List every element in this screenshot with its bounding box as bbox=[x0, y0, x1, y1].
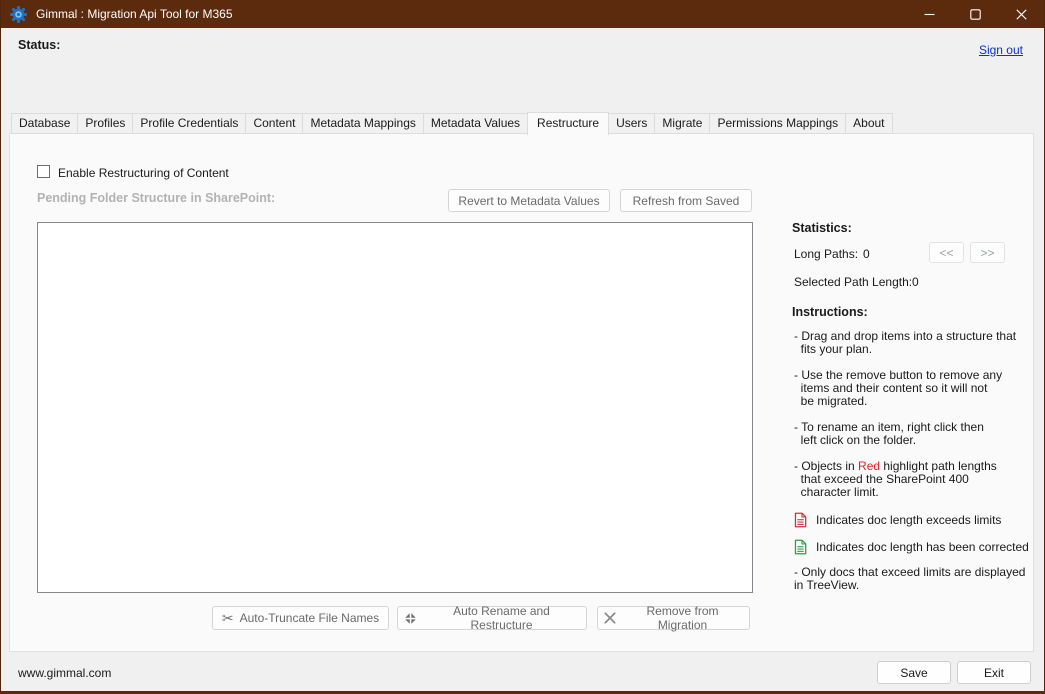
app-window: Gimmal : Migration Api Tool for M365 Sta… bbox=[0, 0, 1045, 694]
scissors-icon: ✂ bbox=[222, 611, 234, 625]
tab-profiles[interactable]: Profiles bbox=[77, 113, 133, 134]
selected-path-length-label: Selected Path Length: bbox=[794, 275, 912, 289]
remove-from-migration-label: Remove from Migration bbox=[622, 604, 743, 632]
instructions-panel: - Drag and drop items into a structure t… bbox=[794, 330, 1045, 605]
tab-permissions-mappings[interactable]: Permissions Mappings bbox=[709, 113, 846, 134]
refresh-from-saved-button[interactable]: Refresh from Saved bbox=[620, 189, 752, 212]
tab-strip: Database Profiles Profile Credentials Co… bbox=[11, 112, 893, 134]
close-button[interactable] bbox=[998, 0, 1044, 28]
exit-button[interactable]: Exit bbox=[957, 661, 1031, 684]
tab-metadata-values[interactable]: Metadata Values bbox=[423, 113, 528, 134]
doc-red-icon bbox=[794, 512, 807, 528]
tab-restructure[interactable]: Restructure bbox=[527, 112, 609, 135]
instruction-red-objects: - Objects in Red highlight path lengths … bbox=[794, 460, 1045, 499]
previous-long-path-button[interactable]: << bbox=[929, 242, 964, 263]
long-paths-label: Long Paths: bbox=[794, 247, 858, 261]
collapse-arrows-icon bbox=[404, 612, 417, 625]
window-controls bbox=[906, 0, 1044, 28]
tab-metadata-mappings[interactable]: Metadata Mappings bbox=[302, 113, 423, 134]
red-word: Red bbox=[858, 459, 880, 473]
instruction-rename: - To rename an item, right click then le… bbox=[794, 421, 1045, 447]
gear-icon bbox=[10, 6, 27, 23]
enable-restructuring-checkbox[interactable] bbox=[37, 165, 50, 178]
long-paths-value: 0 bbox=[863, 247, 870, 261]
remove-from-migration-button[interactable]: Remove from Migration bbox=[597, 606, 750, 630]
window-title: Gimmal : Migration Api Tool for M365 bbox=[36, 7, 233, 21]
doc-green-icon bbox=[794, 539, 807, 555]
instruction-drag-drop: - Drag and drop items into a structure t… bbox=[794, 330, 1045, 356]
save-button[interactable]: Save bbox=[877, 661, 951, 684]
selected-path-length-value: 0 bbox=[912, 275, 919, 289]
enable-restructuring-label[interactable]: Enable Restructuring of Content bbox=[58, 166, 229, 180]
statistics-heading: Statistics: bbox=[792, 221, 852, 235]
tab-profile-credentials[interactable]: Profile Credentials bbox=[132, 113, 246, 134]
tab-database[interactable]: Database bbox=[11, 113, 78, 134]
next-long-path-button[interactable]: >> bbox=[970, 242, 1005, 263]
tab-about[interactable]: About bbox=[845, 113, 892, 134]
auto-rename-and-restructure-button[interactable]: Auto Rename and Restructure bbox=[397, 606, 587, 630]
minimize-button[interactable] bbox=[906, 0, 952, 28]
revert-to-metadata-values-button[interactable]: Revert to Metadata Values bbox=[448, 189, 610, 212]
restructure-tab-page: Enable Restructuring of Content Pending … bbox=[9, 133, 1034, 652]
legend-exceeds-limits: Indicates doc length exceeds limits bbox=[794, 512, 1045, 528]
instruction-remove-button: - Use the remove button to remove any it… bbox=[794, 369, 1045, 408]
instructions-heading: Instructions: bbox=[792, 305, 868, 319]
auto-truncate-label: Auto-Truncate File Names bbox=[240, 611, 380, 625]
tab-content[interactable]: Content bbox=[245, 113, 303, 134]
legend-exceeds-limits-text: Indicates doc length exceeds limits bbox=[816, 514, 1001, 527]
auto-rename-label: Auto Rename and Restructure bbox=[423, 604, 580, 632]
tab-users[interactable]: Users bbox=[608, 113, 655, 134]
title-bar: Gimmal : Migration Api Tool for M365 bbox=[1, 0, 1044, 28]
sign-out-link[interactable]: Sign out bbox=[979, 43, 1023, 57]
status-label: Status: bbox=[18, 38, 60, 52]
pending-folder-treeview[interactable] bbox=[37, 222, 753, 593]
legend-corrected: Indicates doc length has been corrected bbox=[794, 539, 1045, 555]
instruction-treeview-display: - Only docs that exceed limits are displ… bbox=[794, 566, 1045, 592]
pending-folder-structure-label: Pending Folder Structure in SharePoint: bbox=[37, 191, 275, 205]
auto-truncate-file-names-button[interactable]: ✂ Auto-Truncate File Names bbox=[212, 606, 389, 630]
legend-corrected-text: Indicates doc length has been corrected bbox=[816, 541, 1029, 554]
tab-migrate[interactable]: Migrate bbox=[654, 113, 710, 134]
maximize-button[interactable] bbox=[952, 0, 998, 28]
x-icon bbox=[604, 612, 616, 624]
website-label: www.gimmal.com bbox=[18, 666, 111, 680]
